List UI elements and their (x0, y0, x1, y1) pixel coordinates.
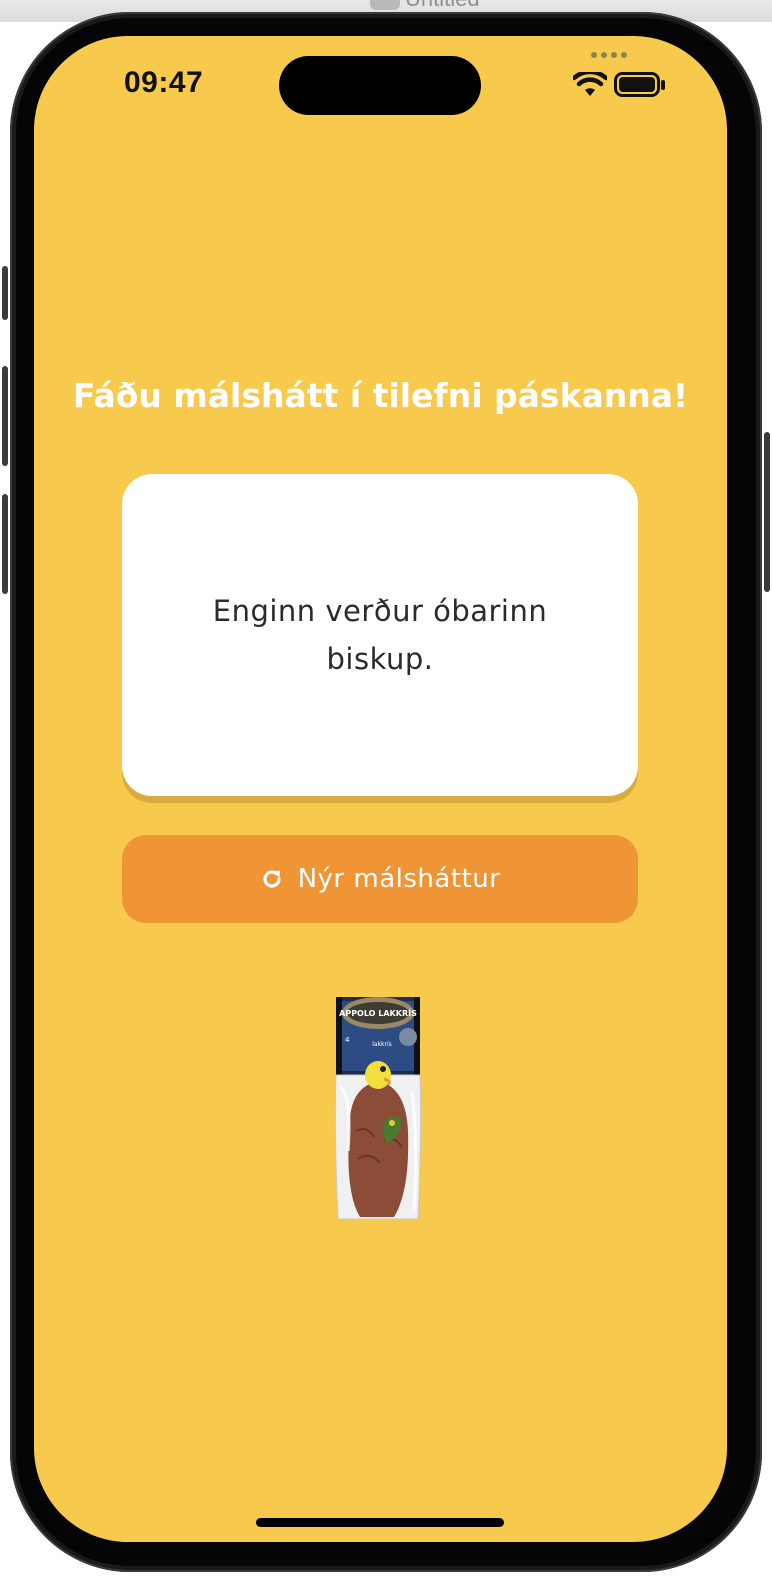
action-button (2, 266, 8, 320)
proverb-text: Enginn verður óbarinn biskup. (212, 594, 548, 676)
volume-up-button (2, 366, 8, 466)
window-title: Untitled (405, 0, 480, 12)
dynamic-island (279, 56, 481, 115)
power-button (764, 432, 770, 592)
easter-egg-image: APPOLO LAKKRÍS lakkrís 4 (332, 991, 424, 1223)
cellular-dots-icon (591, 52, 629, 58)
brand-subtext: lakkrís (372, 1041, 392, 1048)
new-proverb-button[interactable]: Nýr málsháttur (122, 835, 638, 923)
app-icon (370, 0, 400, 10)
wifi-icon (573, 72, 607, 96)
app-screen: 09:47 Fáðu málshátt í tilefni páskanna! … (34, 36, 727, 1542)
brand-text: APPOLO LAKKRÍS (339, 1007, 417, 1018)
new-proverb-label: Nýr málsháttur (297, 864, 501, 894)
volume-down-button (2, 494, 8, 594)
page-title: Fáðu málshátt í tilefni páskanna! (72, 376, 689, 415)
home-indicator[interactable] (256, 1518, 504, 1527)
refresh-icon (263, 870, 281, 888)
battery-icon (614, 72, 665, 97)
status-time: 09:47 (124, 66, 204, 99)
proverb-card: Enginn verður óbarinn biskup. (122, 474, 638, 796)
size-text: 4 (345, 1036, 350, 1044)
